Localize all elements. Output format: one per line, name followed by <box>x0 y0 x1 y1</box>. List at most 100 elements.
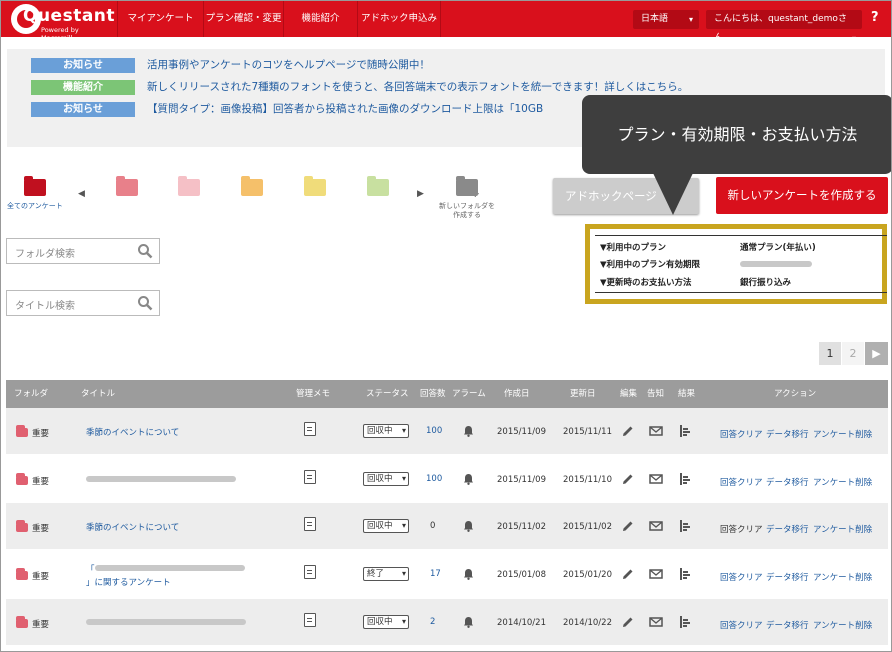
data-migration-link[interactable]: データ移行 <box>766 476 809 488</box>
clear-responses-link[interactable]: 回答クリア <box>720 476 763 488</box>
bell-icon[interactable] <box>463 473 474 485</box>
notice-link[interactable]: 【質問タイプ：画像投稿】回答者から投稿された画像のダウンロード上限は「10GB <box>147 102 543 117</box>
mail-icon[interactable] <box>649 615 663 629</box>
response-count[interactable]: 2 <box>430 617 435 627</box>
status-select[interactable]: 回収中 <box>363 472 409 486</box>
plan-info-box: ▼利用中のプラン 通常プラン(年払い) ▼利用中のプラン有効期限 ▼更新時のお支… <box>585 224 887 304</box>
survey-title-redacted[interactable] <box>86 476 236 482</box>
folder-all-label[interactable]: 全てのアンケート <box>7 201 63 211</box>
data-migration-link[interactable]: データ移行 <box>766 571 809 583</box>
mail-icon[interactable] <box>649 519 663 533</box>
table-header: フォルダ タイトル 管理メモ ステータス 回答数 アラーム 作成日 更新日 編集… <box>6 380 888 408</box>
data-migration-link[interactable]: データ移行 <box>766 619 809 631</box>
questant-logo[interactable]: Questant Powered by Macromill <box>11 4 115 42</box>
survey-title-link[interactable]: 「 <box>86 563 245 575</box>
chevron-right-icon[interactable]: ▶ <box>417 189 424 199</box>
data-migration-link[interactable]: データ移行 <box>766 523 809 535</box>
nav-plan[interactable]: プラン確認・変更 <box>203 1 283 37</box>
folder-icon-all[interactable] <box>24 176 46 196</box>
response-count[interactable]: 100 <box>426 426 442 436</box>
folder-search-input[interactable]: フォルダ検索 <box>6 238 160 264</box>
chart-icon[interactable] <box>678 615 692 629</box>
chart-icon[interactable] <box>678 424 692 438</box>
pencil-icon[interactable] <box>621 424 635 438</box>
payment-value: 銀行振り込み <box>740 278 792 288</box>
table-row[interactable]: 重要 「」に関するアンケート 終了 17 2015/01/08 2015/01/20 回答ク… <box>6 551 888 597</box>
chart-icon[interactable] <box>678 567 692 581</box>
search-icon[interactable] <box>137 243 153 259</box>
notice-link[interactable]: 活用事例やアンケートのコツをヘルプページで随時公開中！ <box>147 58 430 73</box>
chevron-left-icon[interactable]: ◀ <box>78 189 85 199</box>
survey-title-redacted[interactable] <box>86 619 246 625</box>
status-select[interactable]: 回収中 <box>363 519 409 533</box>
bell-icon[interactable] <box>463 568 474 580</box>
search-icon[interactable] <box>137 295 153 311</box>
new-folder-label-line2[interactable]: 作成する <box>453 210 481 220</box>
nav-my-survey[interactable]: マイアンケート <box>117 1 203 37</box>
created-date: 2015/11/02 <box>497 522 546 532</box>
next-page-icon[interactable]: ▶ <box>865 342 888 365</box>
table-row[interactable]: 重要 回収中 100 2015/11/09 2015/11/10 回答クリアデータ移行アン… <box>6 456 888 502</box>
mail-icon[interactable] <box>649 424 663 438</box>
survey-title-suffix[interactable]: 」に関するアンケート <box>86 576 171 588</box>
delete-survey-link[interactable]: アンケート削除 <box>813 476 872 488</box>
delete-survey-link[interactable]: アンケート削除 <box>813 571 872 583</box>
bell-icon[interactable] <box>463 520 474 532</box>
pencil-icon[interactable] <box>621 567 635 581</box>
col-updated: 更新日 <box>570 389 596 399</box>
language-select[interactable]: 日本語 ▾ <box>633 10 699 29</box>
clear-responses-link[interactable]: 回答クリア <box>720 619 763 631</box>
memo-icon[interactable] <box>304 470 316 484</box>
new-folder-icon[interactable]: + <box>456 176 480 200</box>
chart-icon[interactable] <box>678 472 692 486</box>
memo-icon[interactable] <box>304 565 316 579</box>
folder-icon[interactable] <box>367 176 389 196</box>
response-count[interactable]: 17 <box>430 569 441 579</box>
clear-responses-link[interactable]: 回答クリア <box>720 571 763 583</box>
create-survey-button[interactable]: 新しいアンケートを作成する <box>716 177 888 214</box>
nav-adhoc[interactable]: アドホック申込み <box>357 1 441 37</box>
user-menu[interactable]: こんにちは、questant_demoさん ▾ <box>706 10 862 43</box>
status-select[interactable]: 終了 <box>363 567 409 581</box>
response-count[interactable]: 100 <box>426 474 442 484</box>
chart-icon[interactable] <box>678 519 692 533</box>
folder-icon[interactable] <box>241 176 263 196</box>
status-select[interactable]: 回収中 <box>363 424 409 438</box>
folder-icon <box>16 568 28 580</box>
table-row[interactable]: 重要 回収中 2 2014/10/21 2014/10/22 回答クリアデータ移行アンケー… <box>6 599 888 645</box>
bell-icon[interactable] <box>463 425 474 437</box>
table-row[interactable]: 重要 季節のイベントについて 回収中 100 2015/11/09 2015/11/11 回… <box>6 408 888 454</box>
mail-icon[interactable] <box>649 472 663 486</box>
table-row[interactable]: 重要 季節のイベントについて 回収中 0 2015/11/02 2015/11/02 回答ク… <box>6 503 888 549</box>
folder-icon[interactable] <box>304 176 326 196</box>
clear-responses-link[interactable]: 回答クリア <box>720 523 763 535</box>
title-search-input[interactable]: タイトル検索 <box>6 290 160 316</box>
clear-responses-link[interactable]: 回答クリア <box>720 428 763 440</box>
delete-survey-link[interactable]: アンケート削除 <box>813 428 872 440</box>
memo-icon[interactable] <box>304 517 316 531</box>
folder-icon[interactable] <box>116 176 138 196</box>
survey-title-link[interactable]: 季節のイベントについて <box>86 426 179 438</box>
created-date: 2015/11/09 <box>497 475 546 485</box>
page-2-button[interactable]: 2 <box>842 342 864 365</box>
help-icon[interactable]: ? <box>871 10 879 25</box>
folder-name: 重要 <box>32 524 50 534</box>
notice-link[interactable]: 新しくリリースされた7種類のフォントを使うと、各回答端末での表示フォントを統一で… <box>147 80 688 95</box>
survey-title-link[interactable]: 季節のイベントについて <box>86 521 179 533</box>
pencil-icon[interactable] <box>621 472 635 486</box>
bell-icon[interactable] <box>463 616 474 628</box>
memo-icon[interactable] <box>304 613 316 627</box>
mail-icon[interactable] <box>649 567 663 581</box>
pencil-icon[interactable] <box>621 519 635 533</box>
delete-survey-link[interactable]: アンケート削除 <box>813 523 872 535</box>
delete-survey-link[interactable]: アンケート削除 <box>813 619 872 631</box>
folder-icon[interactable] <box>178 176 200 196</box>
pencil-icon[interactable] <box>621 615 635 629</box>
nav-features[interactable]: 機能紹介 <box>283 1 357 37</box>
memo-icon[interactable] <box>304 422 316 436</box>
page-1-button[interactable]: 1 <box>819 342 841 365</box>
response-count[interactable]: 0 <box>430 521 435 531</box>
data-migration-link[interactable]: データ移行 <box>766 428 809 440</box>
status-select[interactable]: 回収中 <box>363 615 409 629</box>
tooltip-pointer <box>653 173 693 215</box>
